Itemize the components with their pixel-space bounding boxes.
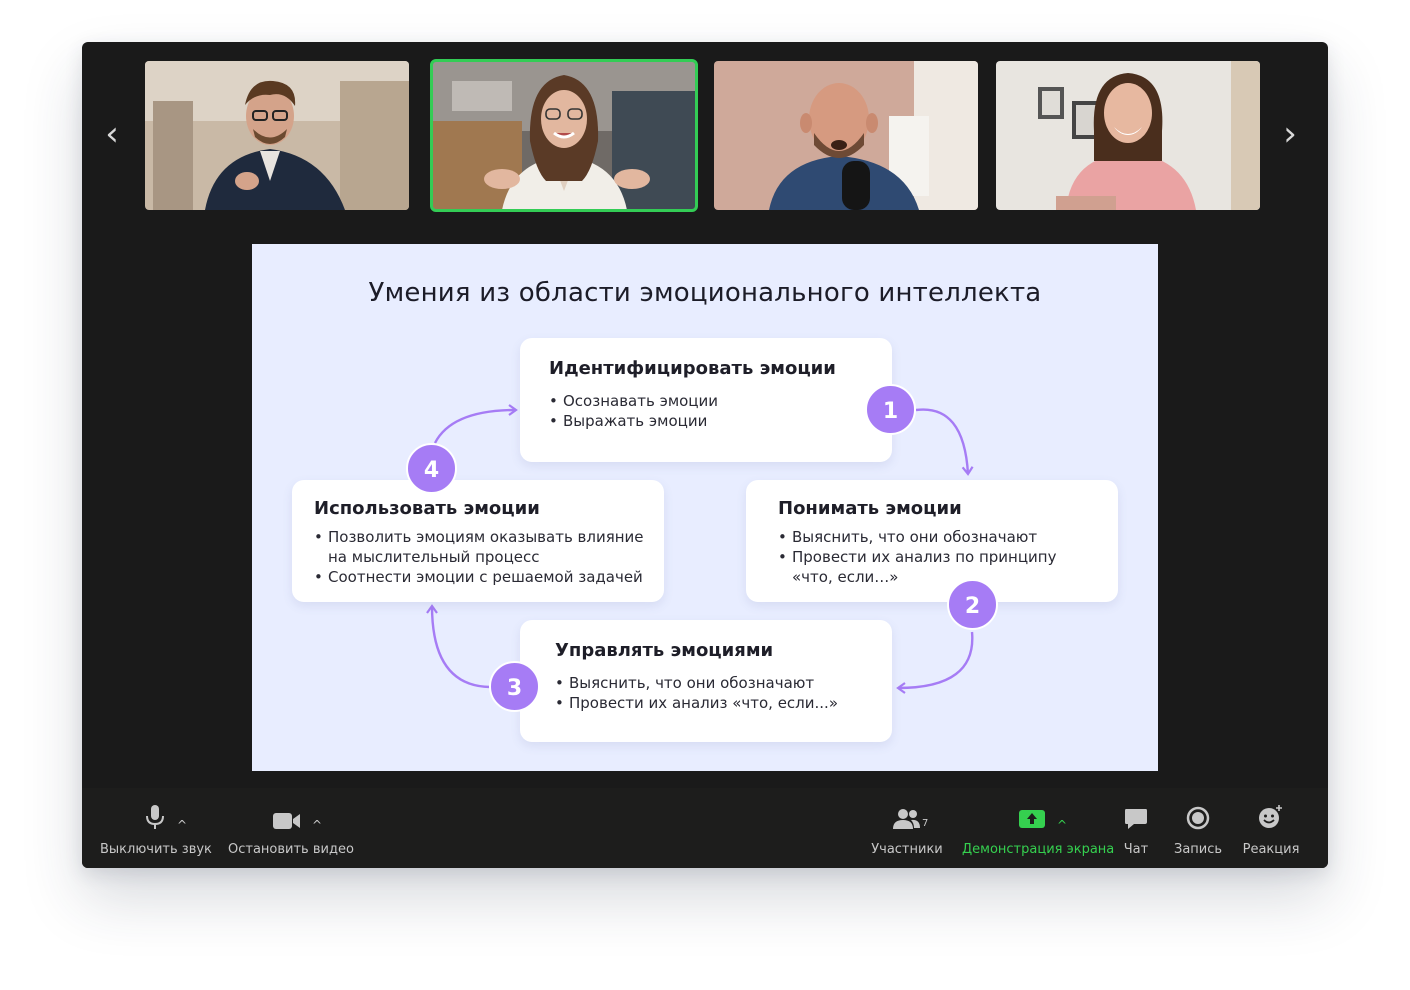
- step-badge-3: 3: [489, 661, 540, 712]
- stop-video-button[interactable]: Остановить видео: [228, 788, 354, 868]
- share-screen-icon: [962, 788, 1102, 830]
- list-item: Соотнести эмоции с решаемой задачей: [314, 567, 664, 587]
- list-item: Выяснить, что они обозначают: [778, 527, 1118, 547]
- card-use: Использовать эмоции Позволить эмоциям ок…: [292, 480, 664, 602]
- reactions-button[interactable]: Реакция: [1240, 788, 1302, 868]
- list-item: Позволить эмоциям оказывать влияние на м…: [314, 527, 644, 567]
- chat-label: Чат: [1123, 842, 1149, 857]
- chat-button[interactable]: Чат: [1118, 788, 1154, 868]
- step-badge-1: 1: [865, 384, 916, 435]
- shared-screen-slide: Умения из области эмоционального интелле…: [252, 244, 1158, 771]
- step-badge-4: 4: [406, 443, 457, 494]
- mute-label: Выключить звук: [100, 842, 212, 857]
- card-understand: Понимать эмоции Выяснить, что они обозна…: [746, 480, 1118, 602]
- reaction-smiley-icon: [1240, 788, 1302, 830]
- meeting-toolbar: Выключить звук ^ Остановить видео ^ Учас…: [82, 788, 1328, 868]
- list-item: Провести их анализ «что, если...»: [555, 693, 892, 713]
- card-title: Идентифицировать эмоции: [549, 358, 836, 379]
- card-title: Использовать эмоции: [314, 498, 540, 519]
- stop-video-label: Остановить видео: [228, 842, 354, 857]
- participants-label: Участники: [871, 842, 943, 857]
- card-title: Управлять эмоциями: [555, 640, 774, 661]
- share-screen-button[interactable]: Демонстрация экрана: [962, 788, 1115, 868]
- list-item: Выражать эмоции: [549, 411, 892, 431]
- participant-video-4[interactable]: [996, 61, 1260, 210]
- chat-icon: [1118, 788, 1154, 830]
- meeting-window: ‹ › Умения из области эмоционального инт…: [82, 42, 1328, 868]
- audio-options-caret-icon[interactable]: ^: [177, 818, 187, 832]
- share-screen-label: Демонстрация экрана: [962, 842, 1115, 857]
- participants-button[interactable]: Участники: [870, 788, 944, 868]
- share-options-caret-icon[interactable]: ^: [1057, 818, 1067, 832]
- step-badge-2: 2: [947, 579, 998, 630]
- list-item: Выяснить, что они обозначают: [555, 673, 892, 693]
- card-identify: Идентифицировать эмоции Осознавать эмоци…: [520, 338, 892, 462]
- record-button[interactable]: Запись: [1174, 788, 1222, 868]
- chevron-right-icon[interactable]: ›: [1274, 117, 1306, 151]
- card-manage: Управлять эмоциями Выяснить, что они обо…: [520, 620, 892, 742]
- participants-count: 7: [922, 818, 929, 829]
- video-options-caret-icon[interactable]: ^: [312, 818, 322, 832]
- mute-button[interactable]: Выключить звук: [100, 788, 212, 868]
- record-label: Запись: [1174, 842, 1223, 857]
- chevron-left-icon[interactable]: ‹: [96, 117, 128, 151]
- list-item: Осознавать эмоции: [549, 391, 892, 411]
- reactions-label: Реакция: [1242, 842, 1300, 857]
- card-title: Понимать эмоции: [778, 498, 962, 519]
- video-camera-icon: [228, 788, 346, 830]
- record-icon: [1174, 788, 1222, 830]
- participants-icon: [870, 788, 944, 830]
- slide-title: Умения из области эмоционального интелле…: [368, 278, 1042, 308]
- participant-video-1[interactable]: [145, 61, 409, 210]
- microphone-icon: [100, 788, 210, 830]
- list-item: Провести их анализ по принципу «что, есл…: [778, 547, 1068, 587]
- participant-video-2-active-speaker[interactable]: [430, 59, 698, 212]
- participant-video-3[interactable]: [714, 61, 978, 210]
